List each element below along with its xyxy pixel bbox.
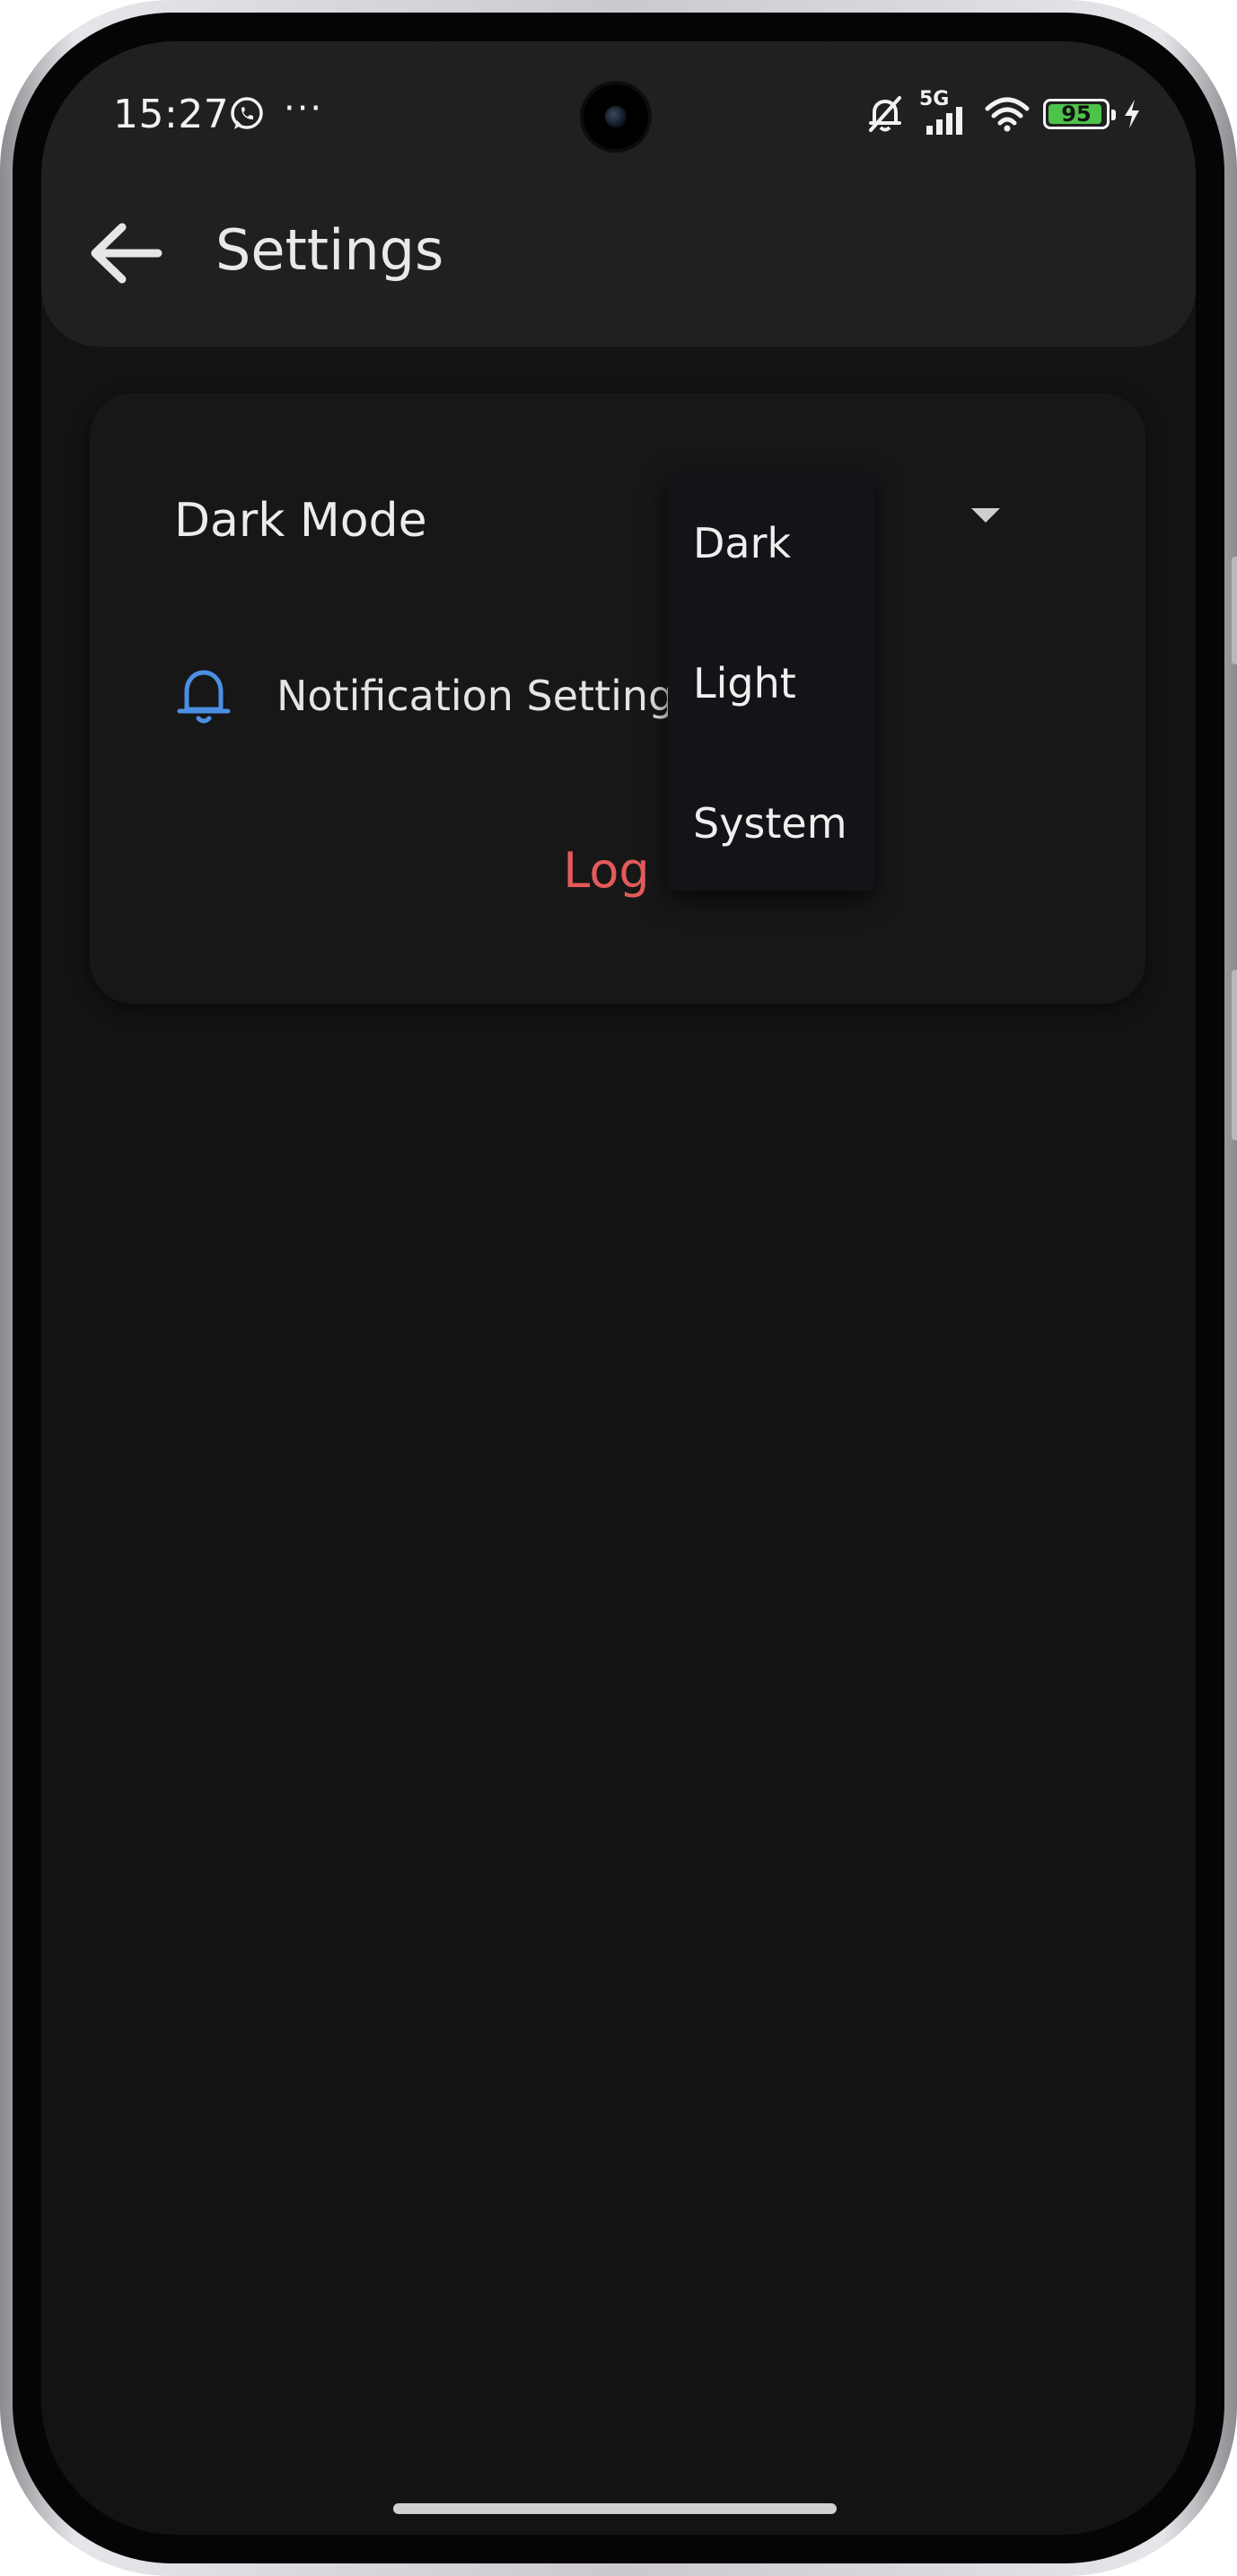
cell-signal: 5G — [919, 88, 971, 135]
signal-icon — [926, 107, 962, 135]
whatsapp-icon — [231, 97, 263, 129]
arrow-left-icon — [91, 223, 162, 284]
menu-item-light[interactable]: Light — [693, 659, 796, 708]
menu-item-dark[interactable]: Dark — [693, 519, 791, 567]
screen: Settings 15:27 ··· 5G 95 Dark Mode Notif… — [41, 41, 1196, 2535]
status-time: 15:27 — [113, 92, 230, 137]
battery-tip — [1111, 110, 1116, 120]
settings-card: Dark Mode Notification Settings Log Out — [90, 393, 1145, 1004]
battery-icon: 95 — [1043, 99, 1116, 129]
dark-mode-label: Dark Mode — [174, 494, 427, 548]
side-button — [1232, 970, 1237, 1140]
phone-frame: Settings 15:27 ··· 5G 95 Dark Mode Notif… — [0, 0, 1237, 2576]
logout-button[interactable]: Log Out — [90, 842, 1145, 899]
caret-down-icon[interactable] — [971, 508, 1000, 523]
notification-settings-label: Notification Settings — [276, 672, 697, 720]
bell-off-icon — [869, 96, 901, 132]
bolt-icon — [1125, 100, 1139, 128]
system-icons: 5G 95 — [864, 88, 1142, 136]
bell-icon — [177, 670, 231, 724]
status-bar: 15:27 ··· 5G 95 — [41, 41, 1196, 149]
top-notch — [424, 25, 838, 41]
theme-dropdown-menu: Dark Light System — [668, 472, 874, 891]
battery-level: 95 — [1061, 101, 1092, 127]
back-button[interactable] — [81, 208, 171, 298]
notification-settings-item[interactable]: Notification Settings — [174, 663, 696, 729]
page-title: Settings — [215, 217, 444, 283]
front-camera — [583, 84, 648, 149]
wifi-icon — [985, 97, 1030, 132]
menu-item-system[interactable]: System — [693, 799, 847, 848]
side-button — [1232, 557, 1237, 664]
home-indicator[interactable] — [393, 2503, 837, 2514]
more-notifications: ··· — [284, 88, 324, 129]
